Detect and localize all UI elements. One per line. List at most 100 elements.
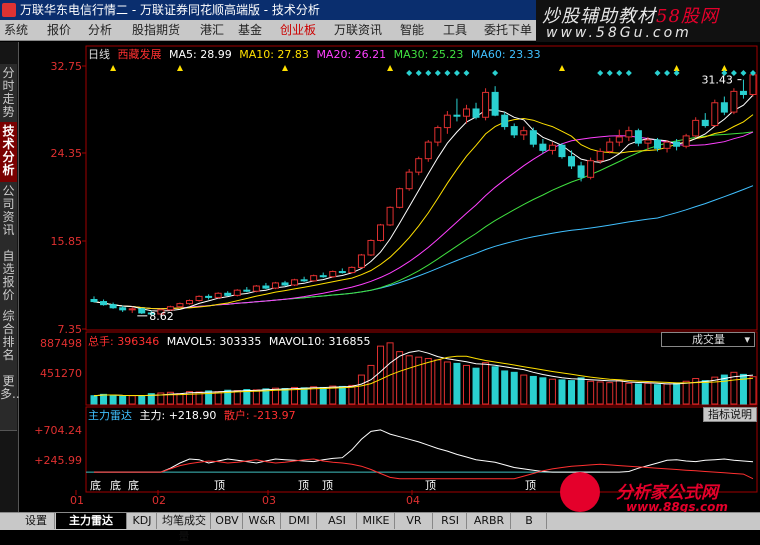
sidebar-tab-4[interactable]: 综合排名 xyxy=(0,307,17,374)
candle-body xyxy=(472,108,480,118)
bottom-tab-3[interactable]: 均笔成交量 xyxy=(158,513,211,543)
candle-body xyxy=(138,308,146,314)
bottom-tab-9[interactable]: VR xyxy=(396,513,433,529)
volume-bar xyxy=(644,382,652,405)
candle-body xyxy=(195,295,203,302)
indicator-info-bar: 主力雷达 主力: +218.90 散户: -213.97 xyxy=(88,407,296,423)
candle-body xyxy=(568,156,576,167)
candle-body xyxy=(271,282,279,289)
volume-bar xyxy=(319,386,327,405)
sidebar-tab-5[interactable]: 更多.. xyxy=(0,372,20,431)
bottom-tab-2[interactable]: KDJ xyxy=(128,513,157,529)
candle-body xyxy=(558,144,566,158)
candle-body xyxy=(205,295,213,298)
candle-body xyxy=(214,292,222,298)
bottom-tab-6[interactable]: DMI xyxy=(282,513,317,529)
candle-body xyxy=(357,254,365,268)
volume-bar xyxy=(405,355,413,405)
candle-body xyxy=(109,304,117,309)
sell-signal-icon xyxy=(406,70,413,76)
sidebar-tab-3[interactable]: 自选报价 xyxy=(0,247,17,309)
period-label[interactable]: 日线 xyxy=(88,48,110,61)
candle-body xyxy=(548,144,556,151)
ma60-value: MA60: 23.33 xyxy=(470,48,541,61)
price-axis-label: 24.35 xyxy=(51,147,83,160)
sell-signal-icon xyxy=(625,70,632,76)
bottom-tab-12[interactable]: B xyxy=(512,513,547,529)
ma10-value: MA10: 27.83 xyxy=(239,48,309,61)
candle-body xyxy=(310,275,318,282)
logo-badge-icon xyxy=(560,472,600,512)
price-axis-label: 15.85 xyxy=(51,235,83,248)
candle-body xyxy=(386,206,394,226)
sell-signal-icon xyxy=(492,70,499,76)
date-axis-label: 02 xyxy=(152,494,166,507)
candle-body xyxy=(186,300,194,305)
menu-item-6[interactable]: 创业板 xyxy=(280,20,316,40)
indicator-axis-label: +245.99 xyxy=(34,454,82,467)
bottom-tab-4[interactable]: OBV xyxy=(212,513,243,529)
candle-body xyxy=(224,292,232,296)
candle-body xyxy=(319,275,327,278)
bottom-tab-0[interactable]: 设置 xyxy=(18,513,55,529)
volume-bar xyxy=(90,395,98,405)
indicator-mark-label: 底 xyxy=(110,478,121,492)
menu-item-1[interactable]: 报价 xyxy=(47,20,71,40)
volume-bar xyxy=(377,345,385,405)
sidebar-tab-1[interactable]: 技术分析 xyxy=(0,122,17,184)
indicator-help-button[interactable]: 指标说明 xyxy=(703,407,757,422)
sell-signal-icon xyxy=(453,70,460,76)
candle-body xyxy=(653,139,661,149)
candle-body xyxy=(577,165,585,178)
bottom-tab-5[interactable]: W&R xyxy=(244,513,281,529)
candle-body xyxy=(606,141,614,152)
sidebar-tab-0[interactable]: 分时走势 xyxy=(0,64,17,126)
volume-total: 总手: 396346 xyxy=(88,335,160,348)
bottom-tab-11[interactable]: ARBR xyxy=(468,513,511,529)
candle-body xyxy=(682,135,690,147)
volume-bar xyxy=(615,380,623,405)
bottom-tab-7[interactable]: ASI xyxy=(318,513,357,529)
menu-item-3[interactable]: 股指期货 xyxy=(132,20,180,40)
candle-body xyxy=(434,127,442,143)
chart-area[interactable]: 32.75 24.35 15.85 7.35887498 451270 +704.24 +2… xyxy=(0,42,760,512)
volume-bar xyxy=(587,380,595,405)
date-axis-label: 04 xyxy=(406,494,420,507)
menu-item-2[interactable]: 分析 xyxy=(88,20,112,40)
volume-bar xyxy=(329,385,337,405)
menu-item-10[interactable]: 委托下单 xyxy=(484,20,532,40)
sell-signal-icon xyxy=(425,70,432,76)
candle-body xyxy=(176,303,184,308)
menu-item-8[interactable]: 智能 xyxy=(400,20,424,40)
menu-item-7[interactable]: 万联资讯 xyxy=(334,20,382,40)
sell-signal-icon xyxy=(740,70,747,76)
bottom-tab-8[interactable]: MIKE xyxy=(358,513,395,529)
candle-body xyxy=(510,126,518,136)
bottom-tab-10[interactable]: RSI xyxy=(434,513,467,529)
volume-axis-label: 451270 xyxy=(40,367,82,380)
menu-item-9[interactable]: 工具 xyxy=(443,20,467,40)
menu-item-4[interactable]: 港汇 xyxy=(200,20,224,40)
indicator-dropdown[interactable]: 成交量 ▾ xyxy=(661,332,755,347)
price-axis-label: 32.75 xyxy=(51,60,83,73)
volume-bar xyxy=(453,362,461,405)
indicator-mark-label: 顶 xyxy=(298,479,309,492)
mavol10-value: MAVOL10: 316855 xyxy=(268,335,371,348)
sidebar-tab-2[interactable]: 公司资讯 xyxy=(0,182,17,249)
high-price-label: 31.43 xyxy=(701,74,733,87)
volume-bar xyxy=(606,382,614,405)
candle-body xyxy=(615,136,623,143)
menu-item-0[interactable]: 系统 xyxy=(4,20,28,40)
mavol5-value: MAVOL5: 303335 xyxy=(166,335,262,348)
candle-body xyxy=(367,239,375,256)
volume-bar xyxy=(720,374,728,405)
ma30-value: MA30: 25.23 xyxy=(393,48,464,61)
candle-body xyxy=(415,158,423,173)
buy-signal-icon xyxy=(282,65,289,71)
app-icon xyxy=(2,3,16,17)
candle-body xyxy=(634,130,642,144)
bottom-tab-1[interactable]: 主力雷达 xyxy=(56,513,127,529)
candle-body xyxy=(711,102,719,127)
indicator-main-line xyxy=(94,429,754,473)
menu-item-5[interactable]: 基金 xyxy=(238,20,262,40)
